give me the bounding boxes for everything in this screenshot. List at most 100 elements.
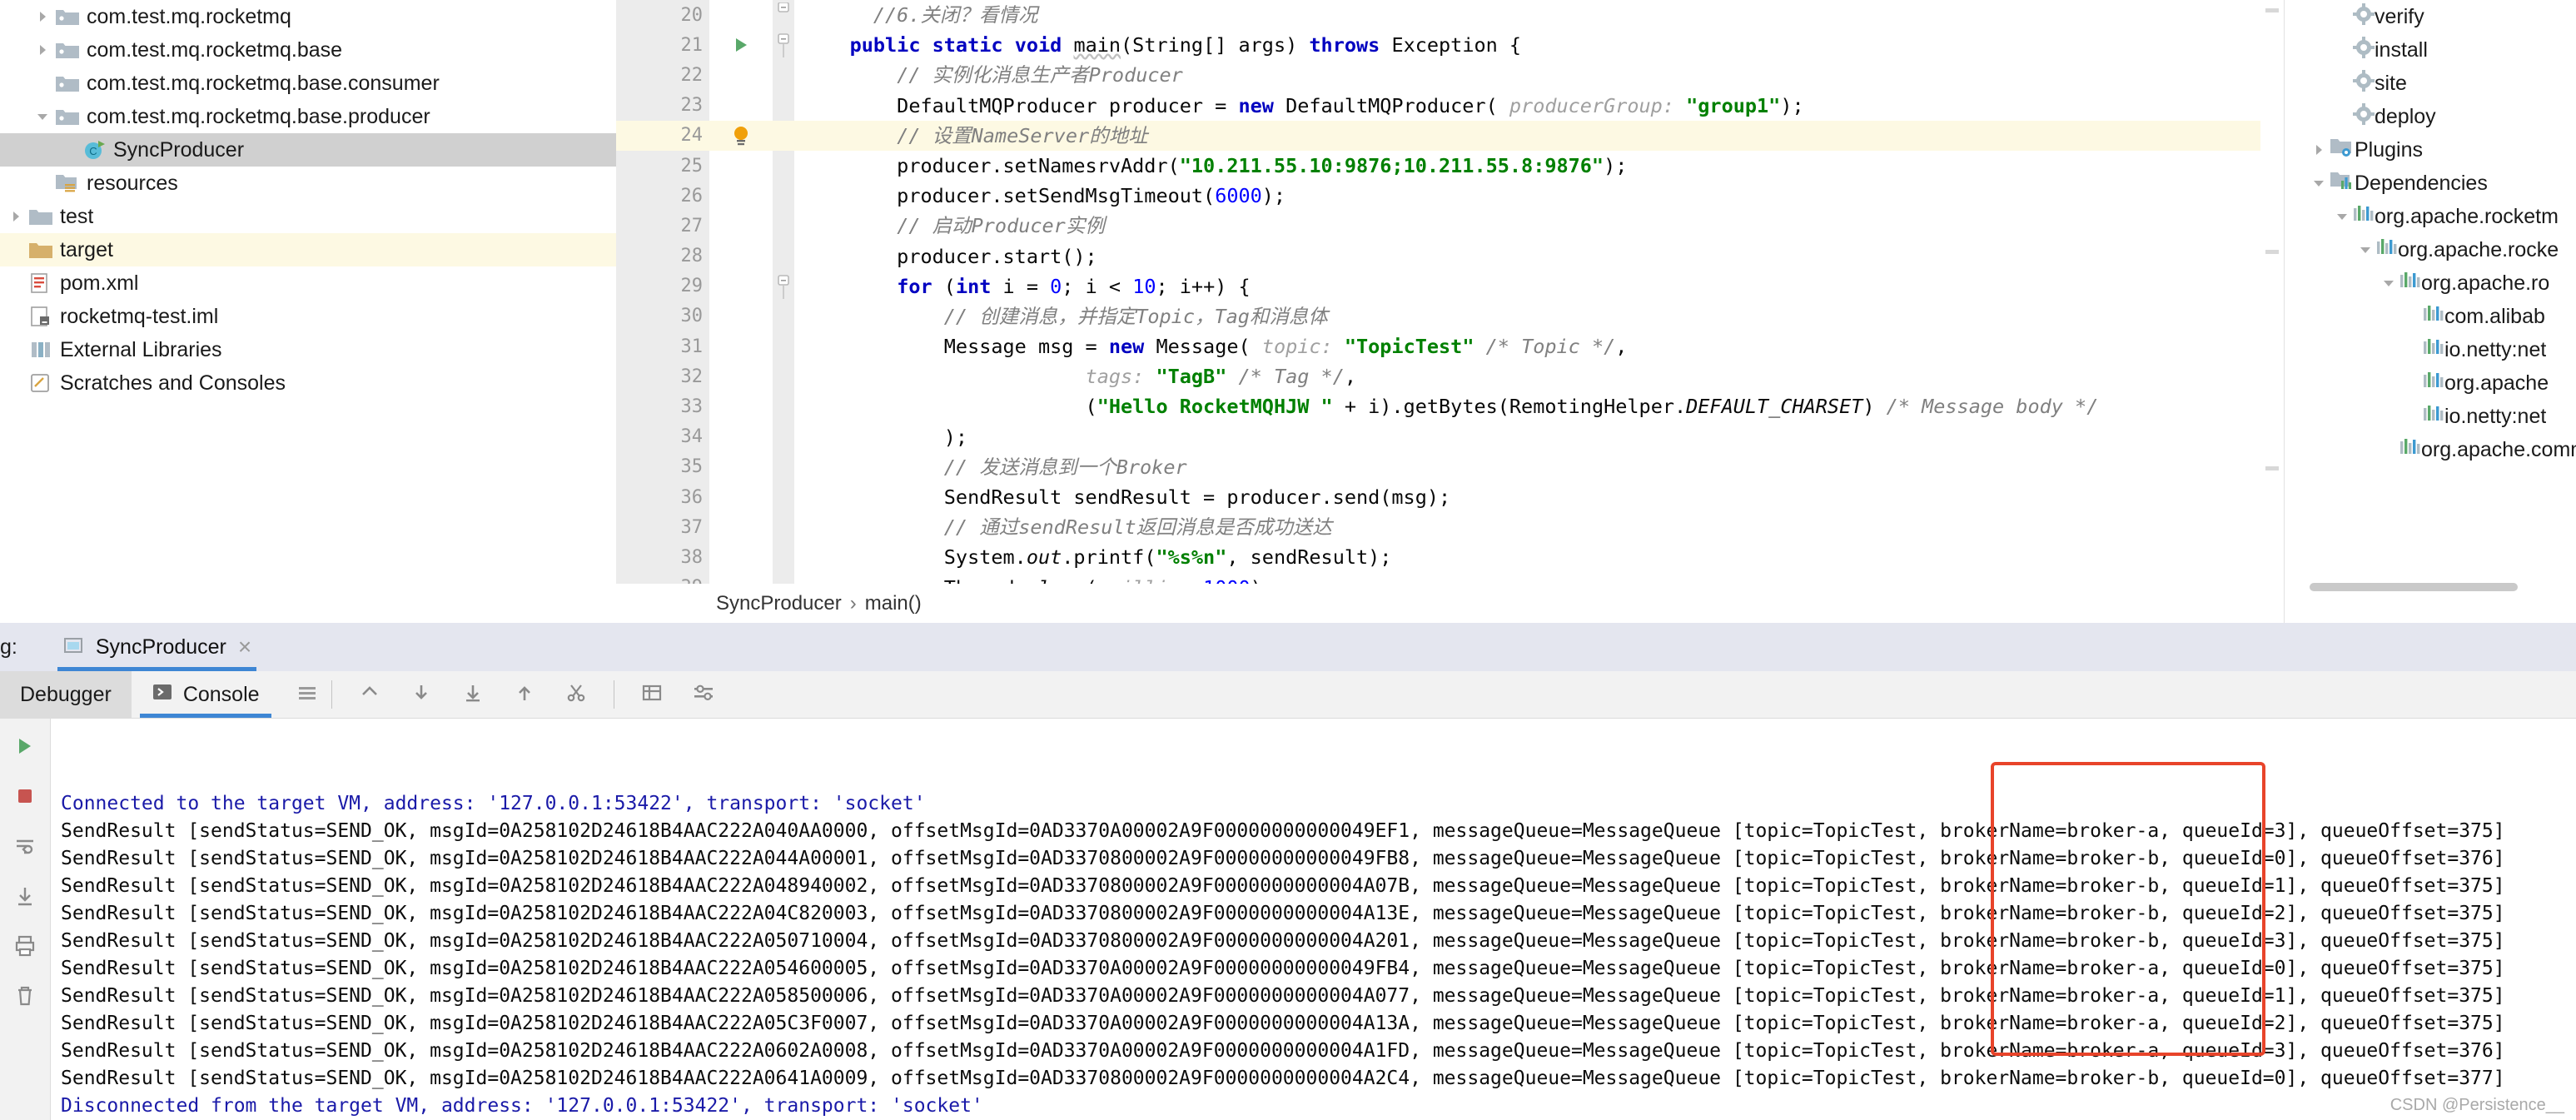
code-line[interactable]: Thread.sleep( millis: 1000); xyxy=(794,573,2284,584)
code-line[interactable]: // 通过sendResult返回消息是否成功送达 xyxy=(794,512,2284,542)
fold-toggle[interactable] xyxy=(773,271,794,301)
tab-debugger[interactable]: Debugger xyxy=(0,671,132,718)
project-tree-item[interactable]: test xyxy=(0,200,616,233)
code-line[interactable]: ); xyxy=(794,422,2284,452)
maven-tool-window[interactable]: verifyinstallsitedeployPluginsDependenci… xyxy=(2284,0,2576,623)
chevron-down-icon[interactable] xyxy=(2378,276,2399,290)
code-line[interactable]: // 实例化消息生产者Producer xyxy=(794,60,2284,90)
console-output[interactable]: Connected to the target VM, address: '12… xyxy=(51,719,2576,1120)
maven-tree-item[interactable]: org.apache xyxy=(2285,366,2576,400)
code-line[interactable]: // 创建消息，并指定Topic，Tag和消息体 xyxy=(794,301,2284,331)
intention-bulb-icon[interactable] xyxy=(709,121,773,151)
trash-icon[interactable] xyxy=(11,982,39,1010)
console-connected-line[interactable]: Connected to the target VM, address: '12… xyxy=(51,790,2576,818)
tab-console[interactable]: Console xyxy=(132,671,280,718)
layout-icon[interactable] xyxy=(295,680,320,709)
print-icon[interactable] xyxy=(11,932,39,960)
fold-toggle[interactable] xyxy=(773,0,794,30)
gutter-markers[interactable] xyxy=(709,0,773,584)
code-line[interactable]: System.out.printf("%s%n", sendResult); xyxy=(794,542,2284,572)
editor-marker-strip[interactable] xyxy=(2260,0,2284,584)
dependency-icon xyxy=(2423,337,2444,363)
scissors-icon[interactable] xyxy=(564,680,589,709)
scroll-top-icon[interactable] xyxy=(357,680,382,709)
maven-tree-item[interactable]: install xyxy=(2285,33,2576,67)
chevron-right-icon[interactable] xyxy=(5,210,27,223)
scroll-up-icon[interactable] xyxy=(512,680,537,709)
code-line[interactable]: producer.setNamesrvAddr("10.211.55.10:98… xyxy=(794,151,2284,181)
project-tree-item[interactable]: target xyxy=(0,233,616,266)
code-line[interactable]: producer.start(); xyxy=(794,241,2284,271)
code-editor[interactable]: 2021222324252627282930313233343536373839… xyxy=(616,0,2284,623)
breadcrumb-item[interactable]: SyncProducer xyxy=(716,592,842,615)
project-tree-item[interactable]: pom.xml xyxy=(0,266,616,300)
code-token: millis: xyxy=(1109,576,1191,584)
code-token xyxy=(803,214,897,237)
project-tree-item[interactable]: com.test.mq.rocketmq.base xyxy=(0,33,616,67)
gutter-blank xyxy=(709,301,773,331)
project-tree-item[interactable]: resources xyxy=(0,167,616,200)
scroll-bottom-icon[interactable] xyxy=(460,680,485,709)
project-tree-item[interactable]: com.test.mq.rocketmq.base.producer xyxy=(0,100,616,133)
scroll-down-icon[interactable] xyxy=(409,680,434,709)
chevron-down-icon[interactable] xyxy=(2308,177,2330,190)
table-icon[interactable] xyxy=(639,680,664,709)
chevron-down-icon[interactable] xyxy=(2331,210,2353,223)
project-tree-item[interactable]: Scratches and Consoles xyxy=(0,366,616,400)
close-icon[interactable]: × xyxy=(238,634,251,660)
code-line[interactable]: DefaultMQProducer producer = new Default… xyxy=(794,91,2284,121)
chevron-right-icon[interactable] xyxy=(2308,143,2330,157)
maven-tree-item[interactable]: io.netty:net xyxy=(2285,333,2576,366)
chevron-down-icon[interactable] xyxy=(32,110,53,123)
chevron-right-icon[interactable] xyxy=(32,43,53,57)
maven-tree-item[interactable]: site xyxy=(2285,67,2576,100)
fold-toggle[interactable] xyxy=(773,30,794,60)
maven-tree-item[interactable]: org.apache.comm xyxy=(2285,433,2576,466)
code-line[interactable]: // 发送消息到一个Broker xyxy=(794,452,2284,482)
code-line[interactable]: tags: "TagB" /* Tag */, xyxy=(794,361,2284,391)
maven-tree-item[interactable]: Dependencies xyxy=(2285,167,2576,200)
maven-tree-item[interactable]: org.apache.rocketm xyxy=(2285,200,2576,233)
project-tree-item[interactable]: CSyncProducer xyxy=(0,133,616,167)
settings-icon[interactable] xyxy=(691,680,716,709)
code-line[interactable]: //6.关闭？看情况 xyxy=(794,0,2284,30)
code-line[interactable]: producer.setSendMsgTimeout(6000); xyxy=(794,181,2284,211)
editor-body[interactable]: 2021222324252627282930313233343536373839… xyxy=(616,0,2284,584)
maven-tree-item[interactable]: io.netty:net xyxy=(2285,400,2576,433)
maven-tree-item[interactable]: org.apache.rocke xyxy=(2285,233,2576,266)
code-line[interactable]: // 启动Producer实例 xyxy=(794,211,2284,241)
code-line[interactable]: SendResult sendResult = producer.send(ms… xyxy=(794,482,2284,512)
scrollbar-thumb[interactable] xyxy=(2310,583,2518,591)
scroll-end-icon[interactable] xyxy=(11,882,39,910)
project-tool-window[interactable]: com.test.mq.rocketmqcom.test.mq.rocketmq… xyxy=(0,0,616,623)
chevron-down-icon[interactable] xyxy=(2355,243,2376,256)
console-disconnected-line[interactable]: Disconnected from the target VM, address… xyxy=(51,1093,2576,1120)
chevron-right-icon[interactable] xyxy=(32,10,53,23)
maven-tree-item[interactable]: deploy xyxy=(2285,100,2576,133)
wrap-icon[interactable] xyxy=(11,832,39,860)
project-tree-item[interactable]: com.test.mq.rocketmq.base.consumer xyxy=(0,67,616,100)
project-tree-item[interactable]: rocketmq-test.iml xyxy=(0,300,616,333)
maven-tree-item[interactable]: com.alibab xyxy=(2285,300,2576,333)
source-code[interactable]: //6.关闭？看情况 public static void main(Strin… xyxy=(794,0,2284,584)
code-line[interactable]: ("Hello RocketMQHJW " + i).getBytes(Remo… xyxy=(794,391,2284,421)
stop-icon[interactable] xyxy=(11,782,39,810)
maven-tree-item[interactable]: Plugins xyxy=(2285,133,2576,167)
code-line[interactable]: // 设置NameServer的地址 xyxy=(794,121,2284,151)
run-gutter-icon[interactable] xyxy=(709,30,773,60)
code-line[interactable]: Message msg = new Message( topic: "Topic… xyxy=(794,331,2284,361)
fold-column[interactable] xyxy=(773,0,794,584)
rerun-icon[interactable] xyxy=(11,732,39,760)
breadcrumb-item[interactable]: main() xyxy=(865,592,922,615)
run-tab-syncproducer[interactable]: SyncProducer × xyxy=(51,623,263,671)
project-tree-item[interactable]: External Libraries xyxy=(0,333,616,366)
console-sendresult-line: SendResult [sendStatus=SEND_OK, msgId=0A… xyxy=(51,900,2576,928)
code-token: (String[] args) xyxy=(1121,33,1309,57)
project-tree-item[interactable]: com.test.mq.rocketmq xyxy=(0,0,616,33)
horizontal-scrollbar[interactable] xyxy=(2285,581,2551,593)
code-line[interactable]: public static void main(String[] args) t… xyxy=(794,30,2284,60)
breadcrumb[interactable]: SyncProducer›main() xyxy=(616,584,2284,623)
code-line[interactable]: for (int i = 0; i < 10; i++) { xyxy=(794,271,2284,301)
maven-tree-item[interactable]: org.apache.ro xyxy=(2285,266,2576,300)
maven-tree-item[interactable]: verify xyxy=(2285,0,2576,33)
